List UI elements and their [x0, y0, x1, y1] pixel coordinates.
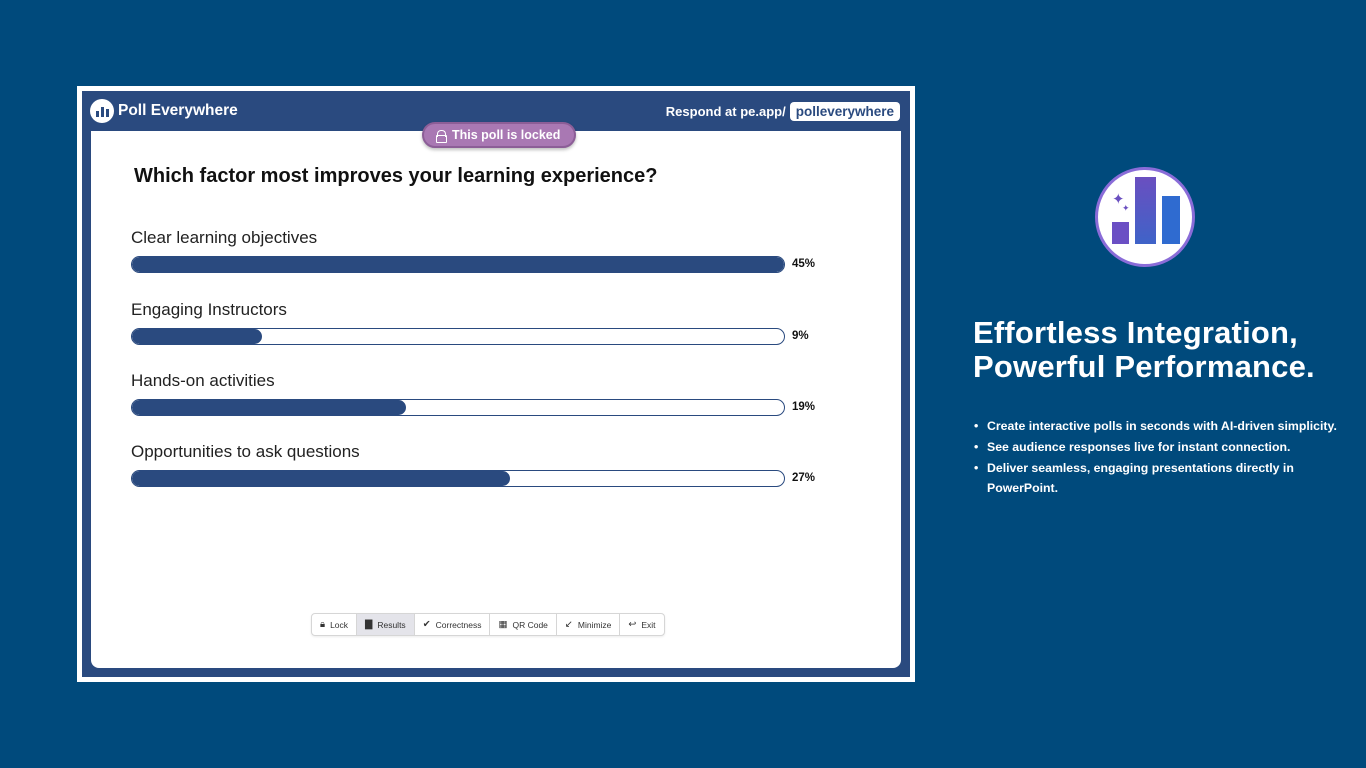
poll-locked-text: This poll is locked — [452, 128, 561, 142]
promo-bullet: Create interactive polls in seconds with… — [973, 416, 1363, 436]
option-bar-track — [131, 256, 785, 273]
option-bar-fill — [132, 257, 784, 272]
brand-name: Poll Everywhere — [118, 102, 238, 119]
respond-instructions: Respond at pe.app/ polleverywhere — [665, 101, 900, 121]
qr-code-icon: ▦ — [498, 618, 508, 630]
minimize-icon: ↙ — [564, 618, 573, 630]
promo-bullet: Deliver seamless, engaging presentations… — [973, 458, 1363, 498]
option-percent: 45% — [792, 258, 816, 270]
option-percent: 19% — [792, 401, 816, 413]
minimize-button-label: Minimize — [577, 619, 612, 630]
option-label: Engaging Instructors — [131, 300, 287, 319]
poll-presentation-frame: Poll Everywhere Respond at pe.app/ polle… — [77, 86, 915, 682]
minimize-button[interactable]: ↙ Minimize — [557, 614, 621, 635]
exit-button-label: Exit — [641, 619, 656, 630]
promo-headline-line2: Powerful Performance. — [973, 349, 1315, 384]
option-bar-fill — [132, 400, 406, 415]
lock-button-label: Lock — [330, 619, 349, 630]
sparkle-small-icon: ✦ — [1122, 203, 1130, 213]
option-label: Hands-on activities — [131, 371, 275, 390]
lock-button[interactable]: 🔒︎ Lock — [312, 614, 358, 635]
option-percent: 9% — [792, 330, 809, 342]
option-bar-track — [131, 399, 785, 416]
poll-everywhere-logo-icon — [90, 99, 114, 123]
option-bar-track — [131, 328, 785, 345]
respond-prefix: Respond at pe.app/ — [665, 103, 786, 119]
option-bar-fill — [132, 329, 263, 344]
respond-code: polleverywhere — [789, 101, 900, 121]
poll-slide: Poll Everywhere Respond at pe.app/ polle… — [82, 91, 910, 677]
logo-bar-tall — [1135, 177, 1156, 244]
promo-bullet: See audience responses live for instant … — [973, 437, 1363, 457]
qr-code-button[interactable]: ▦ QR Code — [490, 614, 557, 635]
results-button[interactable]: ▇ Results — [357, 614, 415, 635]
correctness-button[interactable]: ✔ Correctness — [415, 614, 491, 635]
promo-bullet-list: Create interactive polls in seconds with… — [973, 416, 1363, 499]
qr-code-button-label: QR Code — [512, 619, 548, 630]
app-logo-icon: ✦ ✦ — [1095, 167, 1195, 267]
lock-icon — [436, 129, 447, 143]
check-circle-icon: ✔ — [422, 618, 431, 630]
poll-card: Which factor most improves your learning… — [91, 131, 901, 668]
option-label: Opportunities to ask questions — [131, 442, 360, 461]
logo-bar-mid — [1162, 196, 1180, 244]
poll-option: Hands-on activities 19% — [131, 370, 821, 417]
option-label: Clear learning objectives — [131, 228, 318, 247]
poll-question: Which factor most improves your learning… — [134, 165, 658, 187]
option-bar-track — [131, 470, 785, 487]
results-button-label: Results — [377, 619, 406, 630]
logo-bar-short — [1112, 222, 1129, 244]
brand: Poll Everywhere — [90, 99, 238, 123]
presenter-toolbar: 🔒︎ Lock ▇ Results ✔ Correctness ▦ QR Cod… — [311, 613, 665, 636]
exit-button[interactable]: ↩ Exit — [620, 614, 663, 635]
poll-option: Opportunities to ask questions 27% — [131, 441, 821, 488]
promo-headline-line1: Effortless Integration, — [973, 315, 1298, 350]
bar-chart-icon: ▇ — [365, 618, 373, 630]
option-bar-fill — [132, 471, 511, 486]
promo-headline: Effortless Integration, Powerful Perform… — [973, 316, 1315, 384]
lock-icon: 🔒︎ — [320, 618, 326, 630]
poll-option: Clear learning objectives 45% — [131, 227, 821, 274]
poll-locked-badge: This poll is locked — [422, 122, 577, 148]
option-percent: 27% — [792, 472, 816, 484]
correctness-button-label: Correctness — [435, 619, 482, 630]
poll-option: Engaging Instructors 9% — [131, 299, 821, 346]
exit-icon: ↩ — [628, 618, 637, 630]
